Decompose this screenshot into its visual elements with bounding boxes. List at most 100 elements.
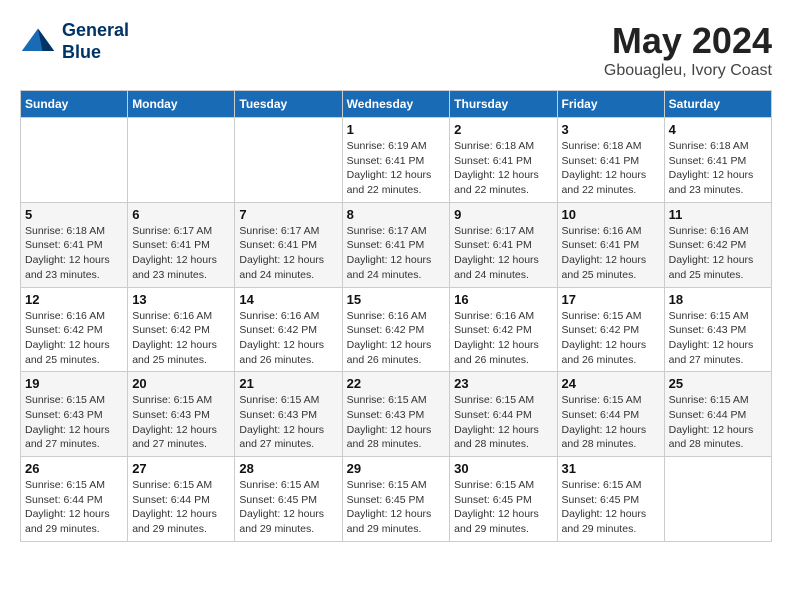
day-number: 22 bbox=[347, 376, 446, 391]
calendar-cell: 31Sunrise: 6:15 AMSunset: 6:45 PMDayligh… bbox=[557, 457, 664, 542]
calendar-cell: 22 Sunrise: 6:15 AMSunset: 6:43 PMDayligh… bbox=[342, 372, 450, 457]
calendar-cell: 3 Sunrise: 6:18 AMSunset: 6:41 PMDaylight… bbox=[557, 118, 664, 203]
calendar-cell: 19Sunrise: 6:15 AMSunset: 6:43 PMDayligh… bbox=[21, 372, 128, 457]
day-info: Sunrise: 6:15 AMSunset: 6:44 PMDaylight:… bbox=[669, 393, 767, 452]
day-number: 15 bbox=[347, 292, 446, 307]
day-number: 12 bbox=[25, 292, 123, 307]
day-info: Sunrise: 6:15 AMSunset: 6:43 PMDaylight:… bbox=[669, 309, 767, 368]
day-info: Sunrise: 6:16 AMSunset: 6:42 PMDaylight:… bbox=[132, 309, 230, 368]
calendar-cell: 15Sunrise: 6:16 AMSunset: 6:42 PMDayligh… bbox=[342, 287, 450, 372]
day-info: Sunrise: 6:16 AMSunset: 6:42 PMDaylight:… bbox=[669, 224, 767, 283]
calendar-cell bbox=[21, 118, 128, 203]
day-number: 9 bbox=[454, 207, 552, 222]
day-info: Sunrise: 6:15 AMSunset: 6:45 PMDaylight:… bbox=[454, 478, 552, 537]
day-info: Sunrise: 6:18 AMSunset: 6:41 PMDaylight:… bbox=[669, 139, 767, 198]
calendar-cell: 9Sunrise: 6:17 AMSunset: 6:41 PMDaylight… bbox=[450, 202, 557, 287]
day-info: Sunrise: 6:17 AMSunset: 6:41 PMDaylight:… bbox=[347, 224, 446, 283]
weekday-monday: Monday bbox=[128, 91, 235, 118]
day-number: 25 bbox=[669, 376, 767, 391]
calendar-cell bbox=[235, 118, 342, 203]
day-number: 29 bbox=[347, 461, 446, 476]
day-number: 24 bbox=[562, 376, 660, 391]
calendar-week-1: 1 Sunrise: 6:19 AMSunset: 6:41 PMDaylight… bbox=[21, 118, 772, 203]
day-info: Sunrise: 6:15 AMSunset: 6:45 PMDaylight:… bbox=[239, 478, 337, 537]
day-number: 10 bbox=[562, 207, 660, 222]
weekday-header-row: SundayMondayTuesdayWednesdayThursdayFrid… bbox=[21, 91, 772, 118]
weekday-tuesday: Tuesday bbox=[235, 91, 342, 118]
calendar-cell: 26Sunrise: 6:15 AMSunset: 6:44 PMDayligh… bbox=[21, 457, 128, 542]
calendar-cell: 24 Sunrise: 6:15 AMSunset: 6:44 PMDayligh… bbox=[557, 372, 664, 457]
day-number: 1 bbox=[347, 122, 446, 137]
day-info: Sunrise: 6:15 AMSunset: 6:43 PMDaylight:… bbox=[347, 393, 446, 452]
calendar-cell: 25 Sunrise: 6:15 AMSunset: 6:44 PMDayligh… bbox=[664, 372, 771, 457]
calendar-cell: 12 Sunrise: 6:16 AMSunset: 6:42 PMDayligh… bbox=[21, 287, 128, 372]
logo-icon bbox=[20, 24, 56, 60]
day-number: 23 bbox=[454, 376, 552, 391]
day-info: Sunrise: 6:15 AMSunset: 6:42 PMDaylight:… bbox=[562, 309, 660, 368]
day-info: Sunrise: 6:18 AMSunset: 6:41 PMDaylight:… bbox=[25, 224, 123, 283]
location-title: Gbouagleu, Ivory Coast bbox=[604, 62, 772, 80]
calendar-cell: 30 Sunrise: 6:15 AMSunset: 6:45 PMDayligh… bbox=[450, 457, 557, 542]
title-block: May 2024 Gbouagleu, Ivory Coast bbox=[604, 20, 772, 80]
page-header: General Blue May 2024 Gbouagleu, Ivory C… bbox=[20, 20, 772, 80]
day-number: 19 bbox=[25, 376, 123, 391]
day-info: Sunrise: 6:16 AMSunset: 6:42 PMDaylight:… bbox=[25, 309, 123, 368]
day-info: Sunrise: 6:16 AMSunset: 6:42 PMDaylight:… bbox=[239, 309, 337, 368]
weekday-friday: Friday bbox=[557, 91, 664, 118]
calendar-week-4: 19 Sunrise: 6:15 AMSunset: 6:43 PMDayligh… bbox=[21, 372, 772, 457]
calendar-week-3: 12 Sunrise: 6:16 AMSunset: 6:42 PMDayligh… bbox=[21, 287, 772, 372]
calendar-cell: 2Sunrise: 6:18 AMSunset: 6:41 PMDaylight… bbox=[450, 118, 557, 203]
calendar-cell: 20 Sunrise: 6:15 AMSunset: 6:43 PMDayligh… bbox=[128, 372, 235, 457]
day-info: Sunrise: 6:18 AMSunset: 6:41 PMDaylight:… bbox=[562, 139, 660, 198]
day-number: 4 bbox=[669, 122, 767, 137]
calendar-cell: 1 Sunrise: 6:19 AMSunset: 6:41 PMDaylight… bbox=[342, 118, 450, 203]
calendar-cell: 10 Sunrise: 6:16 AMSunset: 6:41 PMDayligh… bbox=[557, 202, 664, 287]
calendar-cell: 7Sunrise: 6:17 AMSunset: 6:41 PMDaylight… bbox=[235, 202, 342, 287]
day-info: Sunrise: 6:15 AMSunset: 6:44 PMDaylight:… bbox=[25, 478, 123, 537]
calendar-cell bbox=[664, 457, 771, 542]
weekday-wednesday: Wednesday bbox=[342, 91, 450, 118]
calendar-cell: 28 Sunrise: 6:15 AMSunset: 6:45 PMDayligh… bbox=[235, 457, 342, 542]
day-number: 21 bbox=[239, 376, 337, 391]
calendar-cell: 16 Sunrise: 6:16 AMSunset: 6:42 PMDayligh… bbox=[450, 287, 557, 372]
calendar-cell: 4 Sunrise: 6:18 AMSunset: 6:41 PMDaylight… bbox=[664, 118, 771, 203]
day-info: Sunrise: 6:15 AMSunset: 6:44 PMDaylight:… bbox=[454, 393, 552, 452]
calendar-week-2: 5 Sunrise: 6:18 AMSunset: 6:41 PMDaylight… bbox=[21, 202, 772, 287]
day-number: 18 bbox=[669, 292, 767, 307]
calendar-cell: 14 Sunrise: 6:16 AMSunset: 6:42 PMDayligh… bbox=[235, 287, 342, 372]
calendar-cell: 5 Sunrise: 6:18 AMSunset: 6:41 PMDaylight… bbox=[21, 202, 128, 287]
day-number: 3 bbox=[562, 122, 660, 137]
day-number: 8 bbox=[347, 207, 446, 222]
day-number: 20 bbox=[132, 376, 230, 391]
calendar-cell: 29Sunrise: 6:15 AMSunset: 6:45 PMDayligh… bbox=[342, 457, 450, 542]
day-info: Sunrise: 6:16 AMSunset: 6:42 PMDaylight:… bbox=[454, 309, 552, 368]
logo: General Blue bbox=[20, 20, 129, 63]
weekday-sunday: Sunday bbox=[21, 91, 128, 118]
day-info: Sunrise: 6:15 AMSunset: 6:44 PMDaylight:… bbox=[132, 478, 230, 537]
calendar-cell: 18 Sunrise: 6:15 AMSunset: 6:43 PMDayligh… bbox=[664, 287, 771, 372]
day-info: Sunrise: 6:15 AMSunset: 6:43 PMDaylight:… bbox=[239, 393, 337, 452]
weekday-thursday: Thursday bbox=[450, 91, 557, 118]
day-number: 27 bbox=[132, 461, 230, 476]
day-info: Sunrise: 6:15 AMSunset: 6:44 PMDaylight:… bbox=[562, 393, 660, 452]
day-info: Sunrise: 6:18 AMSunset: 6:41 PMDaylight:… bbox=[454, 139, 552, 198]
calendar-cell: 23 Sunrise: 6:15 AMSunset: 6:44 PMDayligh… bbox=[450, 372, 557, 457]
day-number: 6 bbox=[132, 207, 230, 222]
calendar-cell: 13Sunrise: 6:16 AMSunset: 6:42 PMDayligh… bbox=[128, 287, 235, 372]
day-info: Sunrise: 6:15 AMSunset: 6:43 PMDaylight:… bbox=[132, 393, 230, 452]
day-info: Sunrise: 6:15 AMSunset: 6:45 PMDaylight:… bbox=[562, 478, 660, 537]
day-info: Sunrise: 6:16 AMSunset: 6:41 PMDaylight:… bbox=[562, 224, 660, 283]
day-number: 28 bbox=[239, 461, 337, 476]
day-number: 14 bbox=[239, 292, 337, 307]
day-number: 30 bbox=[454, 461, 552, 476]
weekday-saturday: Saturday bbox=[664, 91, 771, 118]
calendar-cell bbox=[128, 118, 235, 203]
day-number: 5 bbox=[25, 207, 123, 222]
calendar-cell: 6Sunrise: 6:17 AMSunset: 6:41 PMDaylight… bbox=[128, 202, 235, 287]
day-number: 17 bbox=[562, 292, 660, 307]
day-number: 7 bbox=[239, 207, 337, 222]
calendar-cell: 27 Sunrise: 6:15 AMSunset: 6:44 PMDayligh… bbox=[128, 457, 235, 542]
month-title: May 2024 bbox=[604, 20, 772, 62]
day-number: 16 bbox=[454, 292, 552, 307]
day-info: Sunrise: 6:19 AMSunset: 6:41 PMDaylight:… bbox=[347, 139, 446, 198]
